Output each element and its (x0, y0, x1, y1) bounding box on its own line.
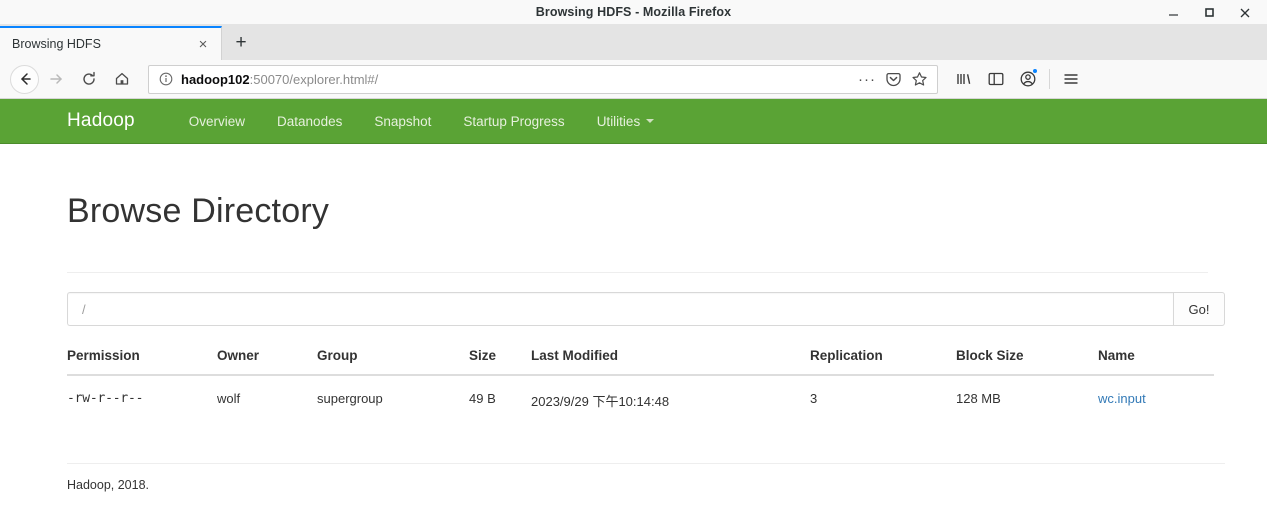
cell-block-size: 128 MB (956, 391, 1001, 406)
back-arrow-icon[interactable] (10, 64, 39, 94)
forward-arrow-icon (39, 63, 72, 96)
nav-item-datanodes[interactable]: Datanodes (261, 114, 358, 129)
nav-label: Utilities (596, 113, 641, 129)
library-icon[interactable] (948, 63, 980, 95)
nav-item-snapshot[interactable]: Snapshot (358, 114, 447, 129)
path-search-row: / Go! (67, 292, 1225, 326)
address-bar-actions: ··· (855, 67, 931, 91)
file-listing-table: Permission Owner Group Size Last Modifie… (67, 348, 1214, 410)
browser-toolbar: hadoop102:50070/explorer.html#/ ··· (0, 60, 1267, 99)
tab-label: Browsing HDFS (12, 37, 101, 51)
footer-divider (67, 463, 1225, 464)
table-header-row: Permission Owner Group Size Last Modifie… (67, 348, 1214, 376)
home-icon[interactable] (105, 63, 138, 96)
go-button[interactable]: Go! (1173, 292, 1225, 326)
cell-replication: 3 (810, 391, 818, 406)
nav-label: Overview (188, 113, 246, 129)
column-header-owner[interactable]: Owner (217, 348, 317, 376)
nav-label: Datanodes (277, 113, 343, 129)
title-bar: Browsing HDFS - Mozilla Firefox (0, 0, 1267, 25)
cell-name: wc.input (1098, 375, 1214, 410)
url-path: :50070/explorer.html#/ (249, 71, 379, 87)
page-content: Hadoop Overview Datanodes Snapshot Start… (0, 99, 1267, 515)
cell-last-modified: 2023/9/29 下午10:14:48 (531, 394, 670, 409)
window-controls (1155, 0, 1263, 25)
close-button[interactable] (1227, 0, 1263, 25)
column-header-group[interactable]: Group (317, 348, 469, 376)
cell-permission: -rw-r--r-- (67, 391, 144, 406)
nav-item-startup-progress[interactable]: Startup Progress (447, 114, 580, 129)
title-divider (67, 272, 1208, 273)
nav-label: Startup Progress (463, 113, 565, 129)
directory-path-input[interactable]: / (67, 292, 1173, 326)
hadoop-brand[interactable]: Hadoop (67, 110, 135, 132)
reload-icon[interactable] (72, 63, 105, 96)
pocket-icon[interactable] (881, 67, 905, 91)
footer-text: Hadoop, 2018. (67, 478, 150, 492)
column-header-block-size[interactable]: Block Size (956, 348, 1098, 376)
page-title: Browse Directory (67, 192, 330, 230)
chevron-down-icon (646, 119, 655, 123)
main-content: Browse Directory / Go! Permission Owner … (0, 192, 1267, 492)
new-tab-button[interactable]: + (222, 26, 260, 60)
cell-owner: wolf (217, 391, 241, 406)
firefox-window: Browsing HDFS - Mozilla Firefox Browsing… (0, 0, 1267, 515)
toolbar-right-actions (948, 63, 1087, 95)
nav-item-utilities[interactable]: Utilities (581, 114, 671, 129)
account-icon[interactable] (1012, 63, 1044, 95)
url-text: hadoop102:50070/explorer.html#/ (181, 72, 855, 87)
toolbar-separator (1049, 69, 1050, 89)
tab-strip: Browsing HDFS × + (0, 25, 1267, 60)
cell-size: 49 B (469, 391, 496, 406)
maximize-button[interactable] (1191, 0, 1227, 25)
column-header-last-modified[interactable]: Last Modified (531, 348, 810, 376)
column-header-size[interactable]: Size (469, 348, 531, 376)
cell-group: supergroup (317, 391, 383, 406)
page-info-icon[interactable] (157, 70, 175, 88)
table-row: -rw-r--r-- wolf supergroup 49 B 2023/9/2… (67, 375, 1214, 410)
close-icon[interactable]: × (193, 34, 213, 54)
star-icon[interactable] (907, 67, 931, 91)
hadoop-navbar: Hadoop Overview Datanodes Snapshot Start… (0, 99, 1267, 144)
window-title: Browsing HDFS - Mozilla Firefox (535, 5, 732, 19)
hadoop-nav-links: Overview Datanodes Snapshot Startup Prog… (173, 114, 670, 129)
more-options-icon[interactable]: ··· (855, 67, 879, 91)
column-header-replication[interactable]: Replication (810, 348, 956, 376)
column-header-name[interactable]: Name (1098, 348, 1214, 376)
column-header-permission[interactable]: Permission (67, 348, 217, 376)
nav-label: Snapshot (374, 113, 432, 129)
minimize-button[interactable] (1155, 0, 1191, 25)
url-host: hadoop102 (181, 71, 250, 87)
account-notification-badge (1032, 68, 1038, 74)
file-link-wc-input[interactable]: wc.input (1098, 391, 1146, 406)
sidebar-icon[interactable] (980, 63, 1012, 95)
address-bar[interactable]: hadoop102:50070/explorer.html#/ ··· (148, 64, 938, 94)
nav-item-overview[interactable]: Overview (173, 114, 261, 129)
hamburger-menu-icon[interactable] (1055, 63, 1087, 95)
browser-tab-active[interactable]: Browsing HDFS × (0, 26, 222, 60)
